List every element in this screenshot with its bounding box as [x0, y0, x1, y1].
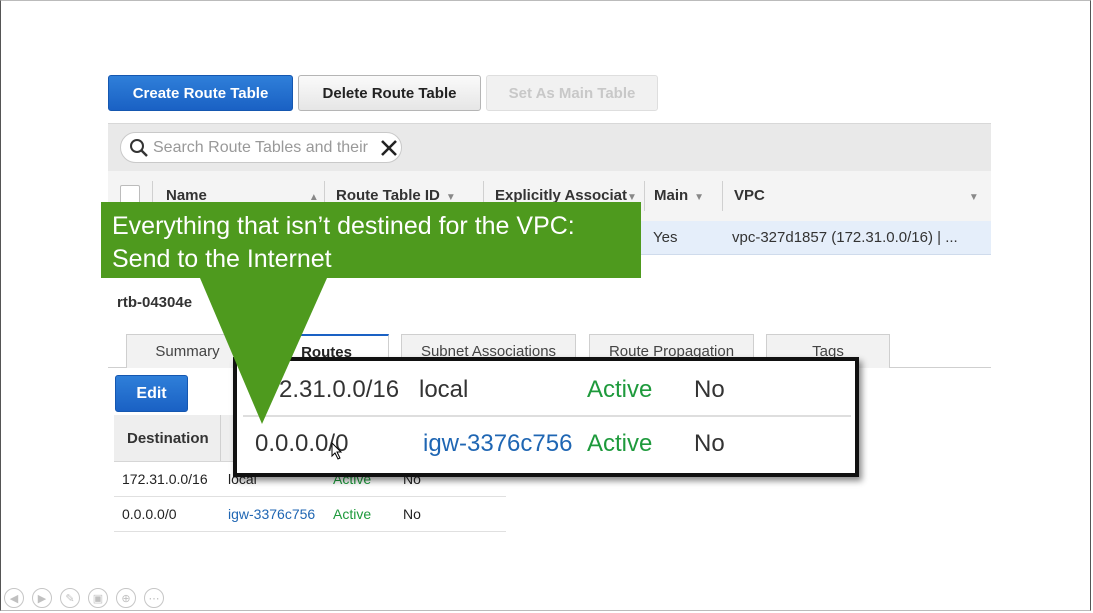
zoomed-routes-inset: 2.31.0.0/16 local Active No 0.0.0.0/0 ig… [233, 357, 859, 477]
route-status: Active [333, 506, 372, 522]
route-destination: 172.31.0.0/16 [122, 471, 208, 487]
route-propagated: No [694, 430, 725, 457]
set-as-main-table-button: Set As Main Table [486, 75, 658, 111]
route-propagated: No [694, 376, 725, 403]
pen-icon[interactable]: ✎ [60, 588, 80, 608]
slides-icon[interactable]: ▣ [88, 588, 108, 608]
column-divider [220, 415, 221, 461]
detail-title: rtb-04304e [117, 294, 193, 311]
filter-bar [108, 123, 991, 172]
column-header-destination: Destination [127, 430, 209, 447]
annotation-callout: Everything that isn’t destined for the V… [101, 202, 641, 278]
route-target-link: igw-3376c756 [423, 430, 573, 457]
vpc-cell: vpc-327d1857 (172.31.0.0/16) | ... [732, 229, 958, 246]
chevron-down-icon: ▼ [968, 192, 979, 203]
route-destination: 0.0.0.0/0 [122, 506, 177, 522]
column-divider [722, 181, 723, 211]
callout-line-2: Send to the Internet [112, 245, 332, 273]
route-status: Active [587, 430, 653, 457]
slideshow-controls: ◀ ▶ ✎ ▣ ⊕ ⋯ [4, 588, 164, 608]
prev-icon[interactable]: ◀ [4, 588, 24, 608]
edit-routes-button[interactable]: Edit [115, 375, 188, 412]
tab-summary[interactable]: Summary [126, 334, 249, 368]
mouse-cursor-icon [331, 442, 343, 460]
route-status: Active [587, 376, 653, 403]
next-icon[interactable]: ▶ [32, 588, 52, 608]
zoom-icon[interactable]: ⊕ [116, 588, 136, 608]
column-divider [644, 181, 645, 211]
main-cell: Yes [653, 229, 678, 246]
column-header-vpc[interactable]: VPC ▼ [734, 187, 979, 204]
callout-line-1: Everything that isn’t destined for the V… [112, 212, 575, 240]
table-row[interactable]: 0.0.0.0/0 igw-3376c756 Active No [114, 496, 506, 532]
chevron-down-icon: ▼ [694, 192, 705, 203]
table-row: 2.31.0.0/16 local Active No [243, 363, 851, 417]
route-target-link[interactable]: igw-3376c756 [228, 506, 315, 522]
clear-search-icon[interactable] [379, 138, 399, 158]
column-label: Main [654, 187, 689, 204]
route-target: local [419, 376, 469, 403]
more-icon[interactable]: ⋯ [144, 588, 164, 608]
delete-route-table-button[interactable]: Delete Route Table [298, 75, 481, 111]
callout-text: Everything that isn’t destined for the V… [112, 210, 575, 276]
route-propagated: No [403, 506, 421, 522]
search-box[interactable] [120, 132, 402, 163]
column-header-main[interactable]: Main ▼ [654, 187, 704, 204]
search-input[interactable] [151, 137, 377, 158]
create-route-table-button[interactable]: Create Route Table [108, 75, 293, 111]
column-label: VPC [734, 187, 765, 204]
search-icon [130, 138, 148, 157]
route-destination: 2.31.0.0/16 [279, 376, 400, 403]
